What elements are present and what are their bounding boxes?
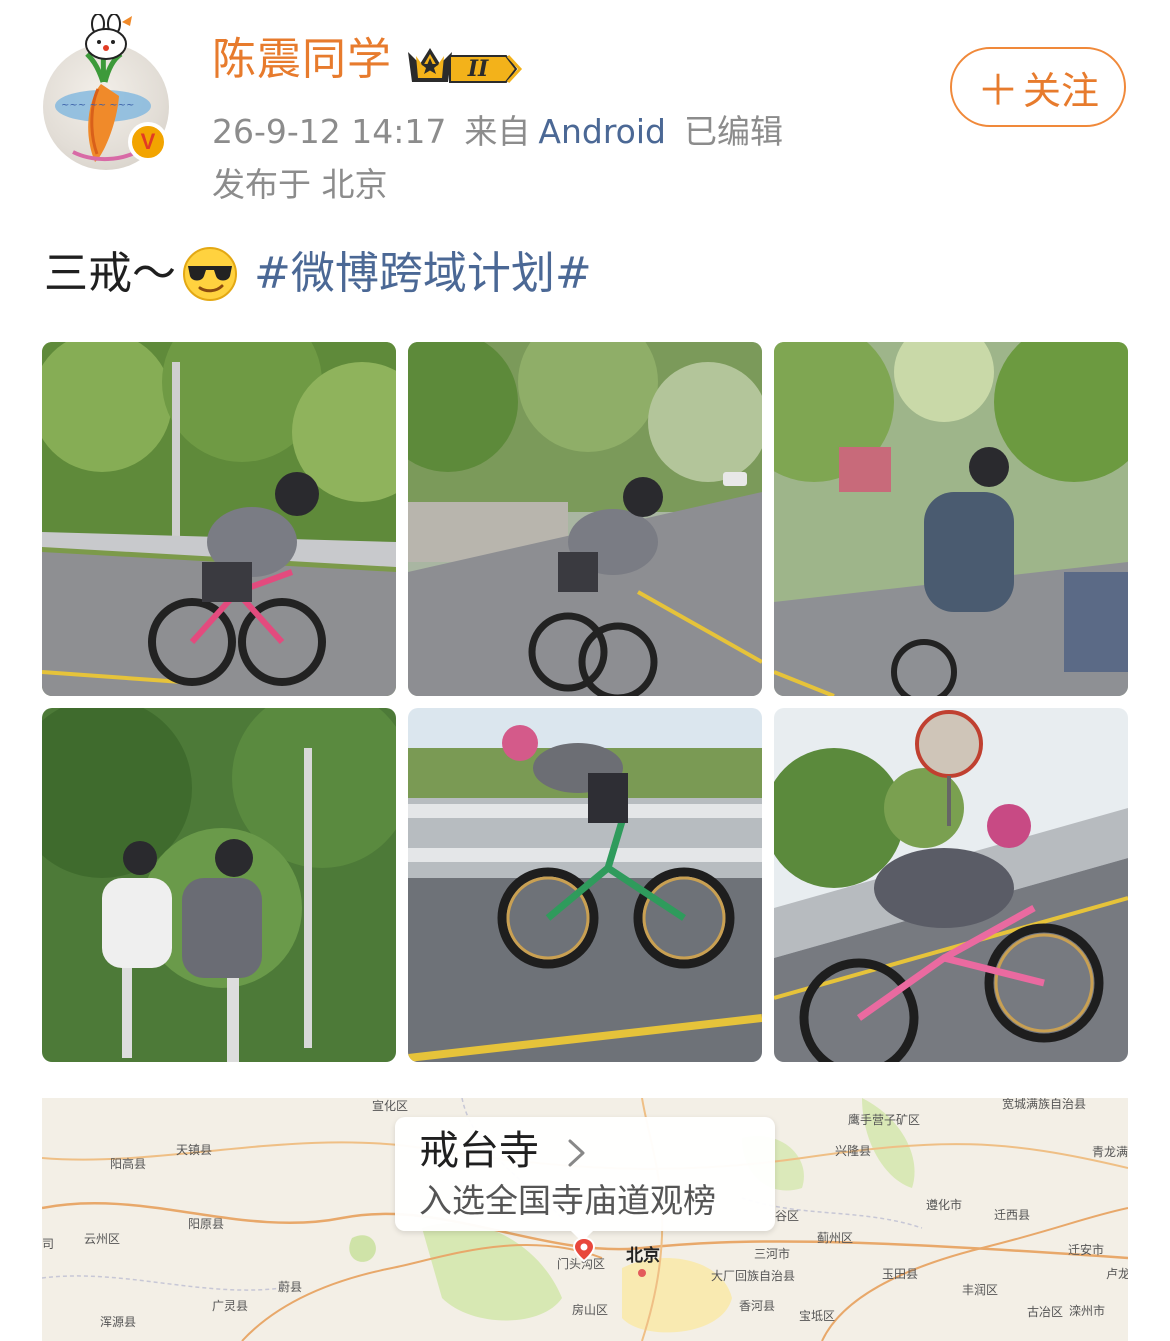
photo-1[interactable] <box>42 342 396 696</box>
map-label: 卢龙 <box>1106 1267 1128 1281</box>
map-label: 迁安市 <box>1068 1243 1105 1257</box>
map-label: 古冶区 <box>1027 1305 1064 1319</box>
map-label: 玉田县 <box>882 1267 919 1281</box>
map-label-beijing: 北京 <box>626 1246 660 1266</box>
map-label: 宝坻区 <box>799 1309 836 1323</box>
verified-badge: V <box>128 122 168 162</box>
edited-label[interactable]: 已编辑 <box>684 112 783 151</box>
follow-label: 关注 <box>1023 68 1100 113</box>
map-label: 阳原县 <box>188 1217 225 1231</box>
map-label: 香河县 <box>739 1299 776 1313</box>
map-label: 大厂回族自治县 <box>711 1269 796 1283</box>
level-badge-text: II <box>467 56 489 82</box>
map-label: 滦州市 <box>1069 1304 1106 1318</box>
map-label: 房山区 <box>572 1303 609 1317</box>
svg-text:~~~ ~~ ~~~: ~~~ ~~ ~~~ <box>61 100 134 111</box>
map-label: 迁西县 <box>994 1208 1031 1222</box>
post-location: 发布于 北京 <box>212 165 388 204</box>
photo-5[interactable] <box>408 708 762 1062</box>
sunglasses-smile-icon <box>183 247 237 301</box>
location-pin-icon <box>572 1236 596 1262</box>
map-label: 广灵县 <box>212 1299 249 1313</box>
map-label: 蔚县 <box>278 1280 303 1294</box>
bunny-icon <box>85 14 132 60</box>
map-label: 司 <box>42 1237 55 1251</box>
photo-6[interactable] <box>774 708 1128 1062</box>
map-label: 浑源县 <box>100 1315 137 1329</box>
map-label: 丰润区 <box>962 1283 999 1297</box>
map-label: 蓟州区 <box>817 1231 854 1245</box>
map-label: 云州区 <box>84 1232 121 1246</box>
map-label: 三河市 <box>754 1247 791 1261</box>
post-timestamp: 26-9-12 14:17 <box>212 112 447 151</box>
avatar[interactable]: ~~~ ~~ ~~~ V <box>40 14 180 170</box>
chevron-right-icon <box>568 1139 585 1167</box>
hashtag-link[interactable]: #微博跨域计划# <box>254 248 592 301</box>
device-link[interactable]: Android <box>538 112 666 151</box>
follow-button[interactable]: ＋ 关注 <box>950 47 1126 127</box>
map-label: 谷区 <box>775 1209 800 1223</box>
post-body: 三戒～ <box>44 247 176 299</box>
photo-2[interactable] <box>408 342 762 696</box>
map-label: 青龙满 <box>1092 1145 1128 1159</box>
map-label: 宣化区 <box>372 1099 409 1113</box>
map-label: 遵化市 <box>926 1198 963 1212</box>
photo-grid <box>42 342 1128 1062</box>
poi-title: 戒台寺 <box>419 1128 539 1174</box>
source-prefix: 来自 <box>464 112 531 151</box>
map-label: 鹰手营子矿区 <box>848 1113 921 1127</box>
post-meta: 26-9-12 14:17 来自 Android 已编辑 <box>212 112 783 152</box>
post-text: 三戒～ #微博跨域计划# <box>44 246 592 302</box>
photo-4[interactable] <box>42 708 396 1062</box>
map-label: 阳高县 <box>110 1157 147 1171</box>
map-label: 兴隆县 <box>835 1144 872 1158</box>
poi-subtitle: 入选全国寺庙道观榜 <box>419 1181 716 1220</box>
plus-icon: ＋ <box>976 65 1019 115</box>
username[interactable]: 陈震同学 <box>212 38 392 82</box>
photo-3[interactable] <box>774 342 1128 696</box>
map-label: 天镇县 <box>176 1143 213 1157</box>
poi-card[interactable]: 戒台寺 入选全国寺庙道观榜 <box>395 1117 775 1231</box>
crown-level-badge-icon[interactable]: II <box>404 42 526 90</box>
map-label: 宽城满族自治县 <box>1002 1098 1087 1111</box>
